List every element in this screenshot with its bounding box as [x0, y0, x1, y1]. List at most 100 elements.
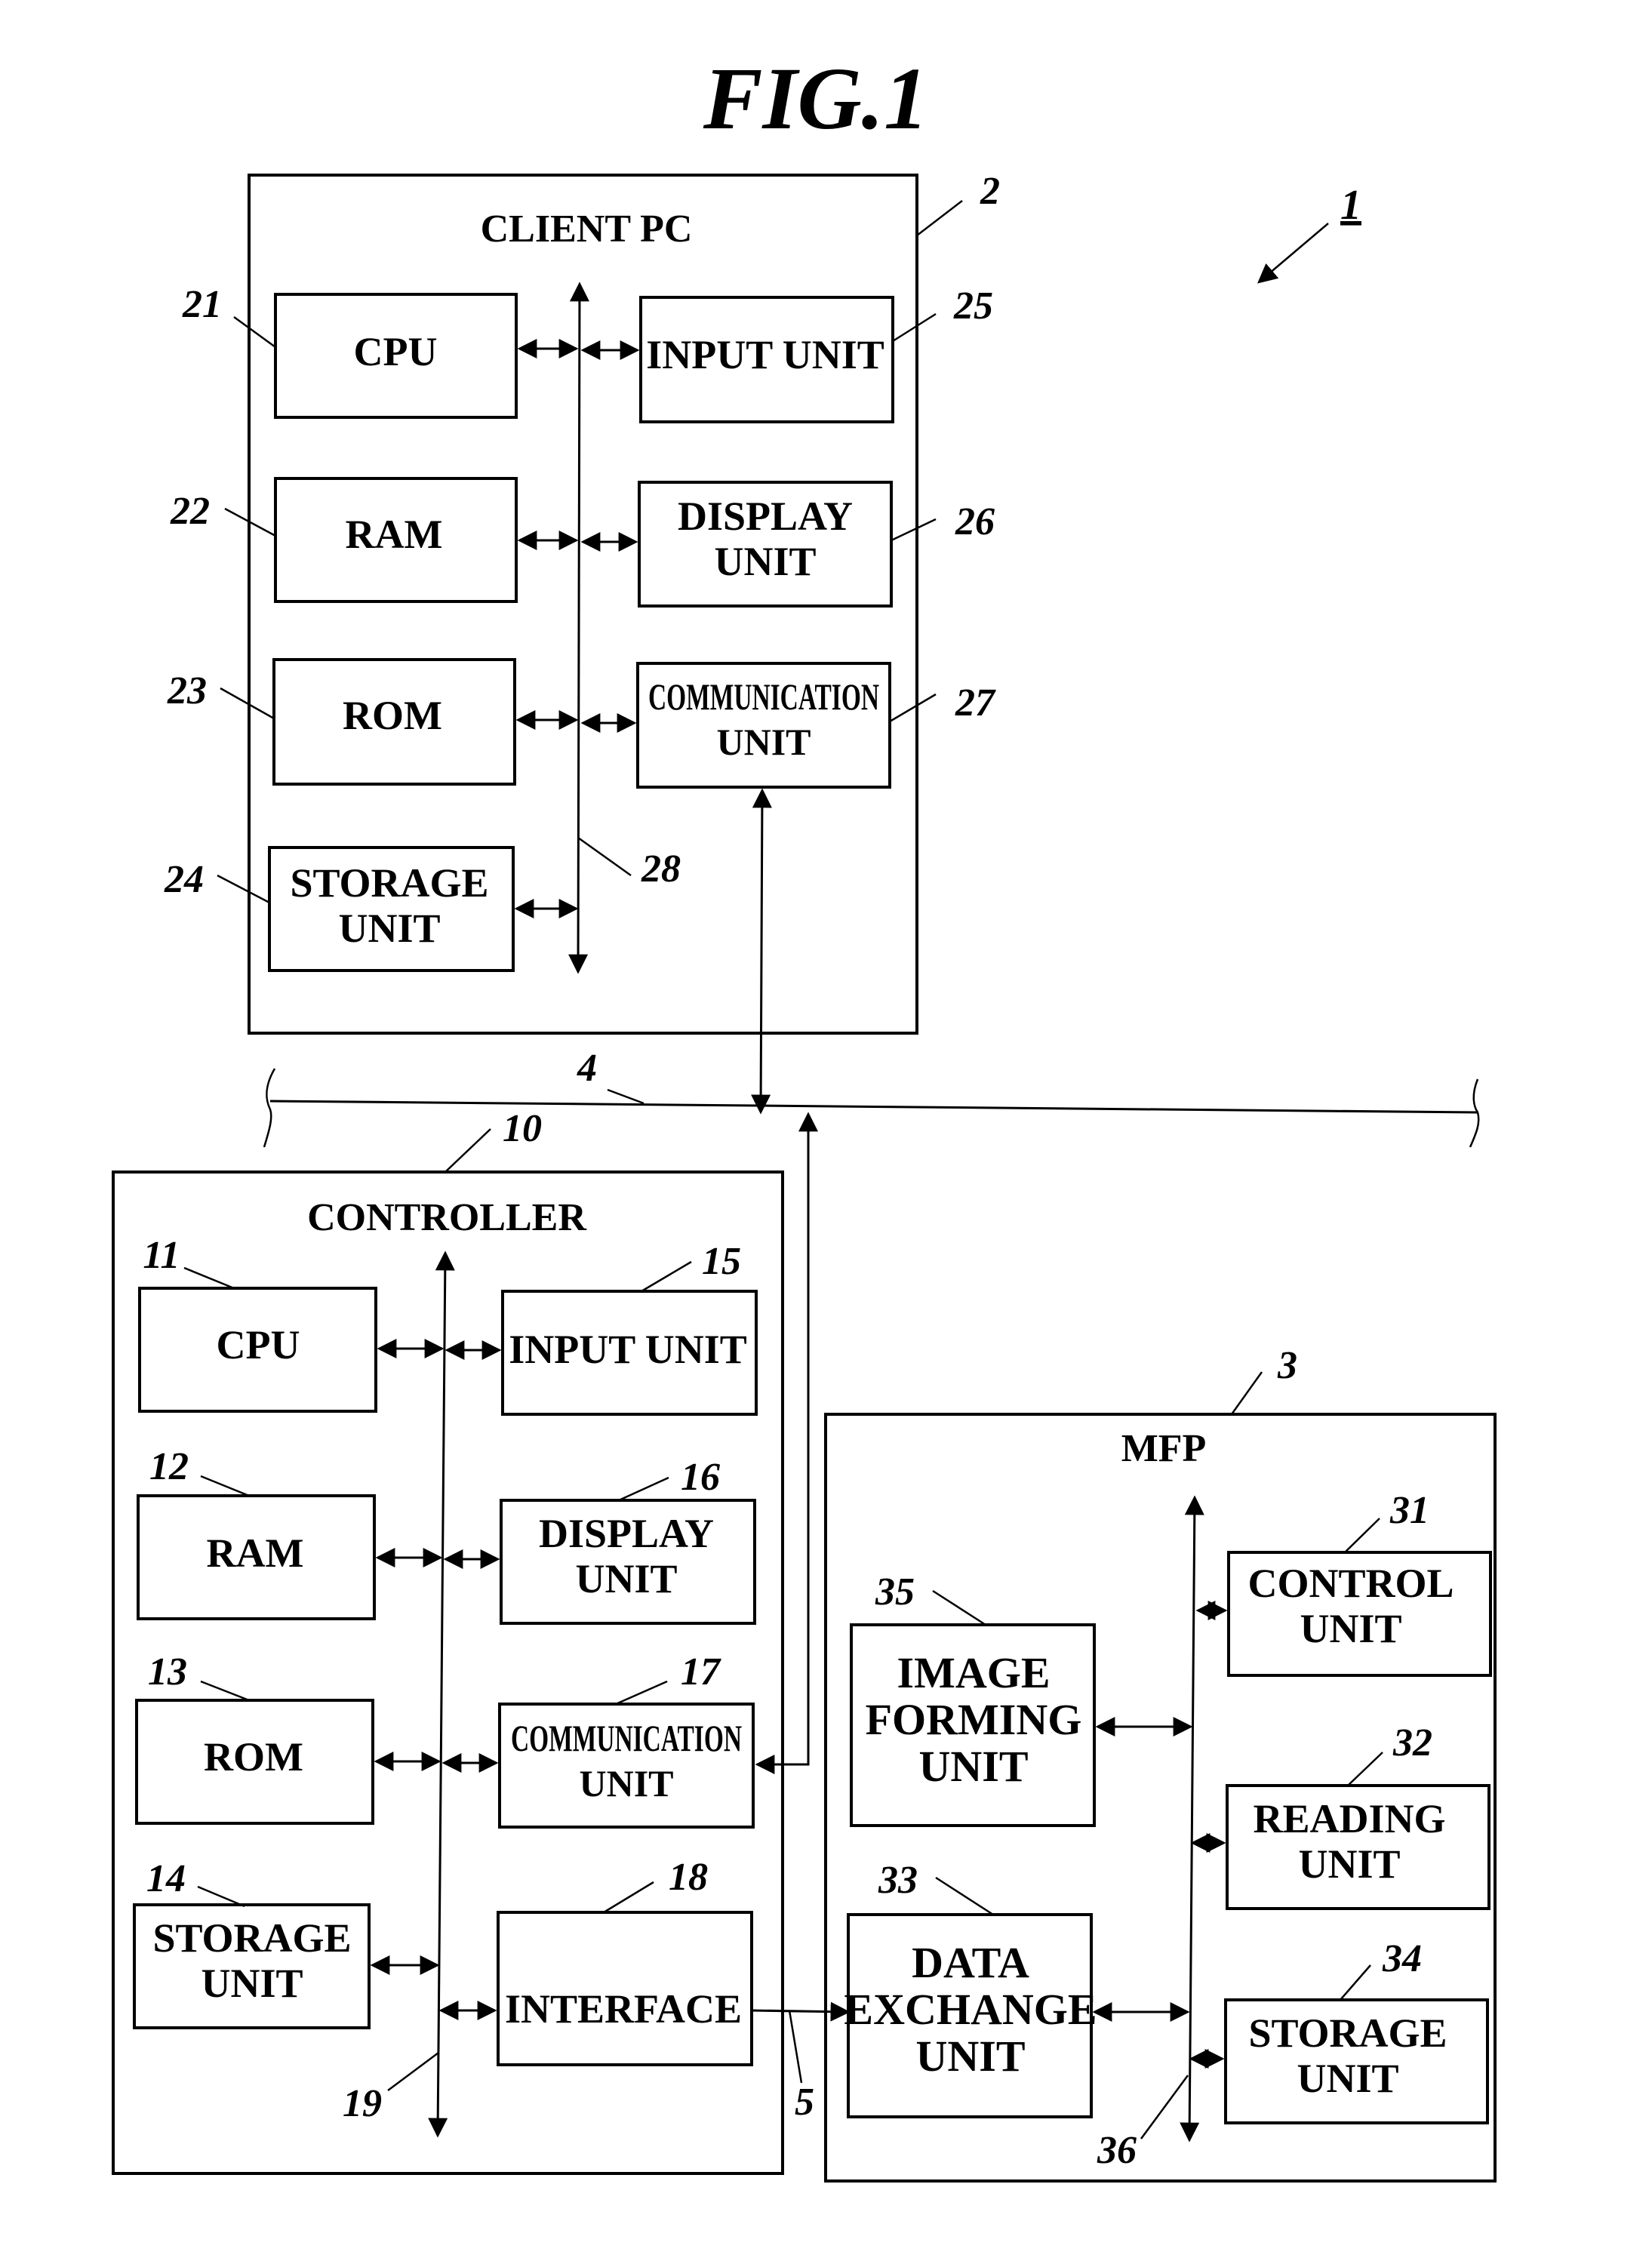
controller-communication-label-line1: COMMUNICATION — [511, 1717, 742, 1759]
link-5-leader — [788, 2010, 803, 2084]
mfp-title: MFP — [1121, 1427, 1207, 1470]
network-ref: 4 — [577, 1047, 597, 1090]
client-pc-ref: 2 — [980, 170, 1000, 213]
mfp-data-exchange-label-line3: UNIT — [915, 2032, 1025, 2081]
controller-input-label: INPUT UNIT — [509, 1327, 747, 1372]
bus-36-ref: 36 — [1097, 2129, 1137, 2172]
mfp-storage-label-line2: UNIT — [1297, 2056, 1398, 2101]
network-break-left-icon — [263, 1068, 276, 1148]
mfp-reading-label-line2: UNIT — [1298, 1841, 1400, 1887]
mfp-leader — [1230, 1371, 1263, 1415]
client-input-ref: 25 — [953, 285, 993, 328]
client-communication-label-line1: COMMUNICATION — [648, 675, 879, 718]
controller-interface-ref: 18 — [669, 1856, 708, 1899]
mfp-image-forming-label-line1: IMAGE — [897, 1648, 1051, 1697]
mfp-ref: 3 — [1277, 1344, 1297, 1387]
network-bus — [269, 1100, 1478, 1114]
controller-rom-block: ROM 13 — [135, 1650, 441, 1825]
controller-ram-block: RAM 12 — [137, 1445, 443, 1620]
client-ram-block: RAM 22 — [170, 477, 579, 603]
controller-display-leader — [618, 1476, 669, 1502]
mfp-data-exchange-block: DATA EXCHANGE UNIT 33 — [844, 1859, 1190, 2118]
mfp-image-forming-label-line2: FORMING — [866, 1695, 1082, 1744]
client-display-ref: 26 — [955, 500, 995, 543]
client-network-link — [751, 788, 772, 1115]
mfp-storage-label-line1: STORAGE — [1248, 2010, 1447, 2056]
controller-interface-label: INTERFACE — [505, 1986, 742, 2032]
controller-interface-block: INTERFACE 18 — [438, 1856, 753, 2066]
client-storage-ref: 24 — [164, 858, 204, 901]
system-block-diagram: FIG.1 1 CLIENT PC 2 28 CPU 21 RAM 22 ROM… — [112, 49, 1497, 2183]
mfp-data-exchange-leader — [935, 1876, 994, 1916]
client-communication-block: COMMUNICATION UNIT 27 — [580, 662, 996, 789]
controller-storage-label-line1: STORAGE — [152, 1915, 351, 1961]
controller-ref: 10 — [503, 1107, 542, 1150]
controller-bus — [428, 1250, 455, 2138]
client-storage-leader — [217, 874, 270, 904]
controller-rom-leader — [200, 1680, 250, 1702]
controller-cpu-block: CPU 11 — [138, 1234, 445, 1413]
controller-storage-block: STORAGE UNIT 14 — [133, 1857, 440, 2029]
link-5-ref: 5 — [795, 2081, 814, 2124]
controller-display-ref: 16 — [681, 1456, 720, 1499]
system-ref-arrow — [1257, 223, 1329, 284]
mfp-control-leader — [1344, 1518, 1380, 1553]
mfp-reading-label-line1: READING — [1253, 1796, 1445, 1841]
network-leader — [607, 1088, 644, 1105]
client-display-leader — [891, 518, 937, 542]
controller-cpu-leader — [183, 1266, 235, 1290]
mfp-group: MFP 3 36 CONTROL UNIT 31 READING UNIT 32 — [824, 1344, 1497, 2183]
client-communication-label-line2: UNIT — [716, 721, 811, 763]
controller-display-label-line2: UNIT — [575, 1556, 677, 1601]
controller-communication-block: COMMUNICATION UNIT 17 — [441, 1650, 755, 1829]
controller-rom-ref: 13 — [148, 1650, 187, 1693]
controller-input-ref: 15 — [702, 1240, 741, 1283]
client-communication-ref: 27 — [955, 681, 996, 724]
mfp-image-forming-label-line3: UNIT — [918, 1742, 1028, 1791]
client-pc-group: CLIENT PC 2 28 CPU 21 RAM 22 ROM 23 STOR… — [164, 170, 1000, 1035]
mfp-storage-block: STORAGE UNIT 34 — [1189, 1937, 1489, 2124]
mfp-storage-leader — [1340, 1964, 1371, 2001]
client-input-label: INPUT UNIT — [646, 332, 884, 377]
client-rom-label: ROM — [343, 693, 442, 738]
mfp-bus — [1180, 1495, 1204, 2143]
client-cpu-label: CPU — [354, 329, 438, 374]
controller-input-block: INPUT UNIT 15 — [445, 1240, 758, 1416]
client-cpu-leader — [233, 315, 276, 349]
bus-36-leader — [1140, 2075, 1189, 2139]
figure-title: FIG.1 — [703, 49, 928, 148]
mfp-storage-ref: 34 — [1382, 1937, 1422, 1980]
mfp-control-label-line1: CONTROL — [1247, 1561, 1454, 1606]
mfp-data-exchange-ref: 33 — [878, 1859, 918, 1902]
controller-communication-label-line2: UNIT — [579, 1762, 673, 1804]
controller-input-leader — [641, 1260, 692, 1293]
bus-28-ref: 28 — [641, 847, 681, 891]
client-storage-block: STORAGE UNIT 24 — [164, 846, 579, 972]
client-input-leader — [892, 312, 937, 343]
controller-leader — [445, 1128, 491, 1173]
mfp-control-label-line2: UNIT — [1300, 1606, 1401, 1651]
controller-cpu-ref: 11 — [143, 1234, 180, 1277]
controller-cpu-label: CPU — [217, 1322, 300, 1367]
client-ram-ref: 22 — [170, 490, 210, 533]
mfp-control-ref: 31 — [1389, 1489, 1429, 1532]
controller-communication-leader — [615, 1680, 668, 1706]
interface-to-data-exchange-arrow — [751, 2001, 851, 2022]
client-cpu-block: CPU 21 — [182, 283, 579, 419]
controller-rom-label: ROM — [204, 1734, 303, 1780]
mfp-image-forming-ref: 35 — [875, 1570, 915, 1613]
client-storage-label-line2: UNIT — [338, 906, 440, 951]
client-display-label-line2: UNIT — [714, 539, 816, 584]
mfp-reading-block: READING UNIT 32 — [1190, 1721, 1490, 1910]
mfp-control-block: CONTROL UNIT 31 — [1195, 1489, 1492, 1677]
client-pc-leader — [916, 200, 963, 236]
client-rom-block: ROM 23 — [167, 658, 579, 786]
client-display-label-line1: DISPLAY — [678, 494, 853, 539]
mfp-data-exchange-label-line1: DATA — [912, 1938, 1029, 1987]
mfp-image-forming-leader — [932, 1589, 986, 1626]
system-ref-callout: 1 — [1257, 182, 1361, 284]
controller-group: CONTROLLER 10 19 CPU 11 RAM 12 ROM 13 ST… — [112, 1107, 784, 2175]
controller-ram-label: RAM — [207, 1530, 304, 1576]
controller-interface-leader — [603, 1881, 654, 1914]
client-communication-leader — [889, 693, 937, 723]
